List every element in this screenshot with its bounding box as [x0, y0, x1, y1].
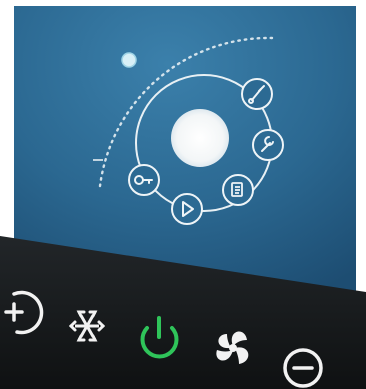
key-button[interactable] — [128, 164, 160, 196]
wrench-button[interactable] — [252, 129, 284, 161]
brush-button[interactable] — [241, 78, 273, 110]
document-button[interactable] — [222, 174, 254, 206]
center-button[interactable] — [171, 109, 229, 167]
play-button[interactable] — [171, 193, 203, 225]
device-photo — [0, 0, 366, 389]
slider-knob[interactable] — [121, 52, 137, 68]
